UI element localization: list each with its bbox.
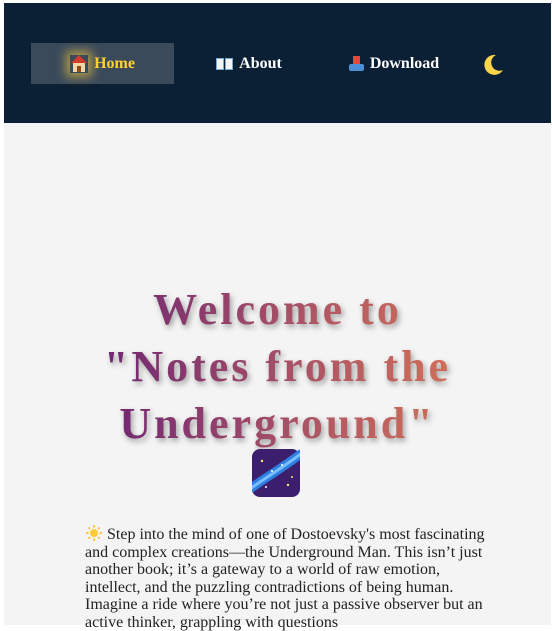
open-book-icon [216,57,234,70]
top-navbar: Home About Download [4,3,551,123]
nav-about-label: About [239,54,282,72]
page-title: Welcome to "Notes from the Underground" [4,281,551,452]
inbox-tray-icon [348,56,364,71]
nav-about-link[interactable]: About [204,43,294,84]
milky-way-icon [247,449,305,497]
nav-download-label: Download [369,54,440,72]
nav-home-label: Home [94,54,135,72]
title-line-1: Welcome to [153,285,402,334]
crescent-moon-icon[interactable] [481,53,505,77]
main-content: Welcome to "Notes from the Underground" [4,123,551,631]
title-line-3: Underground" [119,399,436,448]
nav-home-link[interactable]: Home [31,43,174,84]
title-line-2: "Notes from the [103,342,452,391]
intro-paragraph: Step into the mind of one of Dostoevsky'… [85,525,490,631]
intro-text: Step into the mind of one of Dostoevsky'… [85,526,485,631]
house-icon [70,54,88,73]
sun-icon [85,525,103,541]
nav-download-link[interactable]: Download [334,43,454,84]
